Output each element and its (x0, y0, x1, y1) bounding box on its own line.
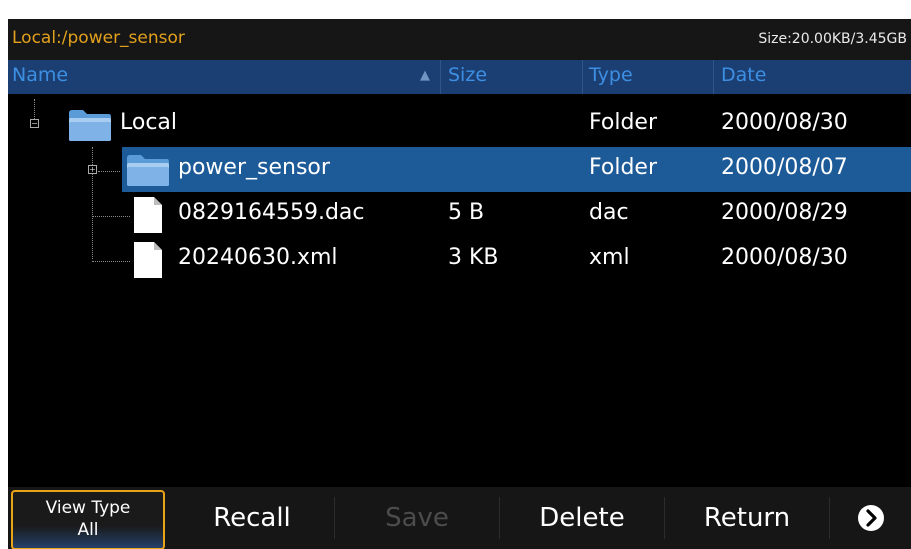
table-row[interactable]: + power_sensor Folder 2000/08/07 (8, 147, 911, 192)
folder-icon (69, 110, 111, 141)
file-name: Local (120, 110, 178, 135)
table-row[interactable]: − Local Folder 2000/08/30 (8, 102, 911, 147)
file-date: 2000/08/29 (721, 200, 848, 225)
file-name: 20240630.xml (178, 245, 338, 270)
return-button[interactable]: Return (665, 487, 829, 549)
delete-button[interactable]: Delete (500, 487, 664, 549)
file-icon (134, 197, 162, 233)
save-button[interactable]: Save (335, 487, 499, 549)
column-size[interactable]: Size (448, 64, 487, 86)
column-type[interactable]: Type (589, 64, 633, 86)
file-manager-screen: Local:/power_sensor Size:20.00KB/3.45GB … (8, 19, 911, 549)
file-type: Folder (589, 110, 657, 135)
file-date: 2000/08/30 (721, 110, 848, 135)
file-name: power_sensor (178, 155, 330, 180)
file-type: dac (589, 200, 629, 225)
storage-size: Size:20.00KB/3.45GB (758, 31, 907, 47)
file-date: 2000/08/07 (721, 155, 848, 180)
recall-button[interactable]: Recall (170, 487, 334, 549)
softkey-bar: View Type All Recall Save Delete Return (8, 487, 911, 549)
path-bar: Local:/power_sensor Size:20.00KB/3.45GB (8, 19, 911, 60)
column-date[interactable]: Date (721, 64, 766, 86)
file-name: 0829164559.dac (178, 200, 365, 225)
next-page-icon[interactable] (858, 505, 884, 531)
folder-icon (127, 155, 169, 186)
sort-ascending-icon: ▲ (420, 68, 430, 83)
view-type-softkey[interactable]: View Type All (11, 490, 165, 549)
table-row[interactable]: 20240630.xml 3 KB xml 2000/08/30 (8, 237, 911, 282)
view-type-label: View Type (45, 498, 131, 518)
file-type: xml (589, 245, 630, 270)
view-type-value: All (77, 520, 99, 540)
softkey-divider (829, 497, 830, 539)
file-icon (134, 242, 162, 278)
file-type: Folder (589, 155, 657, 180)
table-row[interactable]: 0829164559.dac 5 B dac 2000/08/29 (8, 192, 911, 237)
column-header: Name ▲ Size Type Date (8, 60, 911, 94)
column-divider (440, 60, 441, 94)
column-name[interactable]: Name (12, 64, 68, 86)
collapse-icon[interactable]: − (30, 119, 39, 128)
file-size: 3 KB (448, 245, 499, 270)
file-size: 5 B (448, 200, 485, 225)
expand-icon[interactable]: + (88, 165, 97, 174)
column-divider (582, 60, 583, 94)
current-path: Local:/power_sensor (12, 28, 185, 48)
file-date: 2000/08/30 (721, 245, 848, 270)
column-divider (713, 60, 714, 94)
chevron-right-icon (866, 509, 877, 527)
